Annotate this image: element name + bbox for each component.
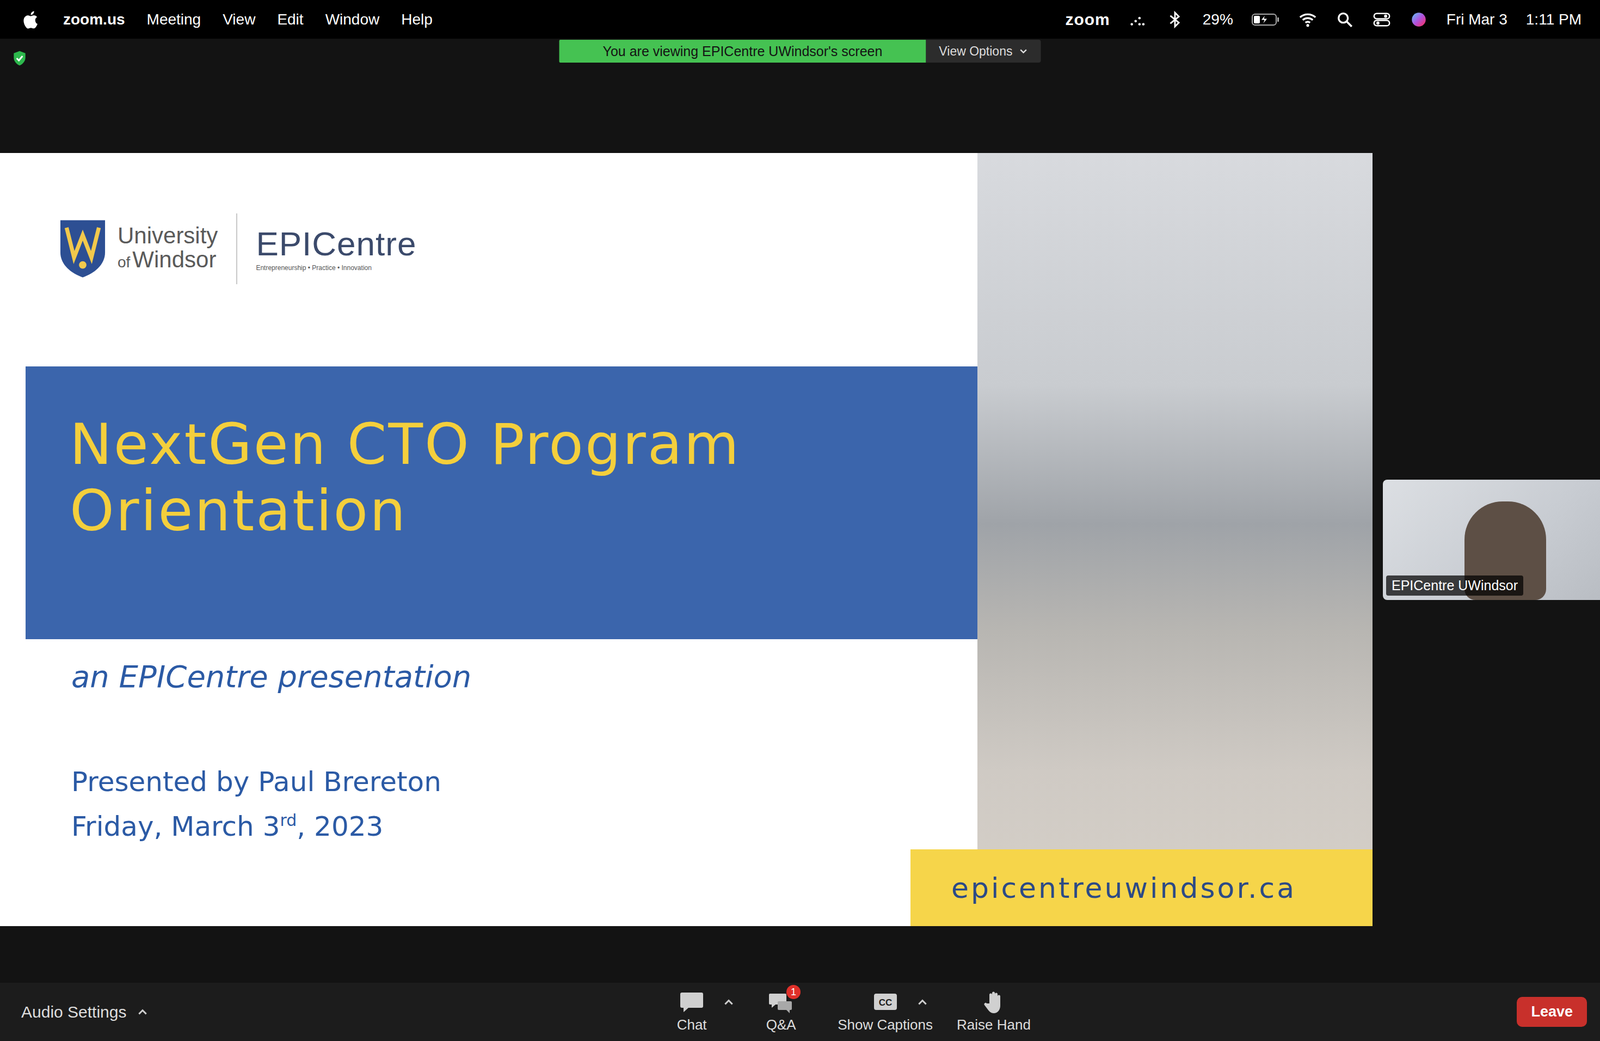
slide-title: Orientation	[69, 477, 978, 544]
menu-item[interactable]: Meeting	[146, 10, 202, 29]
office-photo	[977, 152, 1373, 926]
slide-subtitle: an EPICentre presentation	[71, 657, 978, 696]
view-options-button[interactable]: View Options	[925, 39, 1041, 63]
university-crest-icon	[57, 217, 108, 280]
battery-icon[interactable]	[1251, 12, 1280, 27]
chevron-down-icon	[1018, 46, 1028, 56]
captions-icon: CC	[872, 989, 899, 1014]
slide-date: Friday, March 3rd, 2023	[71, 808, 978, 844]
menu-bar-date[interactable]: Fri Mar 3	[1446, 10, 1508, 29]
bluetooth-icon[interactable]	[1165, 10, 1185, 29]
app-menu[interactable]: zoom.us	[63, 10, 126, 29]
zoom-status-item[interactable]: zoom	[1065, 10, 1110, 29]
menu-item[interactable]: Help	[401, 10, 433, 29]
battery-percent: 29%	[1202, 10, 1234, 29]
toolbar-button[interactable]: 1 Q&A	[748, 989, 814, 1033]
logo-row: University ofWindsor EPICentre Entrepren…	[0, 217, 978, 281]
activity-icon[interactable]	[1128, 10, 1148, 29]
encryption-shield-icon[interactable]	[10, 49, 29, 67]
slide-presenter: Presented by Paul Brereton	[71, 764, 978, 799]
chat-icon	[678, 989, 705, 1014]
website-strip: epicentreuwindsor.ca	[910, 848, 1373, 926]
slide-title-box: NextGen CTO ProgramOrientation	[25, 366, 978, 639]
menu-item[interactable]: View	[222, 10, 256, 29]
university-name: University ofWindsor	[117, 223, 218, 275]
epicentre-logo: EPICentre Entrepreneurship • Practice • …	[255, 225, 417, 272]
toolbar-button[interactable]: Raise Hand	[956, 989, 1031, 1033]
website-url: epicentreuwindsor.ca	[951, 871, 1297, 904]
siri-icon[interactable]	[1409, 10, 1429, 29]
leave-button[interactable]: Leave	[1516, 996, 1587, 1027]
toolbar-button[interactable]: Chat	[659, 989, 725, 1033]
zoom-screen: zoom.us Meeting View Edit Window Help zoom 2…	[0, 0, 1600, 1041]
sharing-banner: You are viewing EPICentre UWindsor's scr…	[559, 39, 1042, 63]
slide-title: NextGen CTO Program	[69, 410, 978, 478]
toolbar-button[interactable]: CC Show Captions	[837, 989, 933, 1033]
menu-item[interactable]: Window	[325, 10, 380, 29]
svg-text:CC: CC	[878, 997, 892, 1008]
audio-settings-button[interactable]: Audio Settings	[21, 1002, 127, 1021]
menu-item[interactable]: Edit	[277, 10, 304, 29]
participant-name: EPICentre UWindsor	[1386, 575, 1524, 596]
control-center-icon[interactable]	[1372, 10, 1392, 29]
chevron-up-icon[interactable]	[917, 996, 928, 1008]
menu-bar-time[interactable]: 1:11 PM	[1525, 10, 1582, 29]
screen-share-area: You are viewing EPICentre UWindsor's scr…	[0, 38, 1600, 983]
unread-badge: 1	[786, 984, 801, 999]
search-icon[interactable]	[1335, 10, 1355, 29]
chevron-up-icon[interactable]	[137, 1006, 149, 1018]
presentation-slide: University ofWindsor EPICentre Entrepren…	[0, 152, 1373, 926]
menu-bar: zoom.us Meeting View Edit Window Help zoom 2…	[0, 0, 1600, 39]
banner-text: You are viewing EPICentre UWindsor's scr…	[559, 39, 927, 63]
participant-video[interactable]: EPICentre UWindsor	[1382, 479, 1600, 600]
raise-hand-icon	[980, 989, 1007, 1014]
chevron-up-icon[interactable]	[723, 996, 735, 1008]
wifi-icon[interactable]	[1298, 10, 1318, 29]
apple-icon[interactable]	[21, 9, 39, 30]
meeting-toolbar: Audio Settings Chat 1 Q&A CC Show Caption…	[0, 982, 1600, 1041]
